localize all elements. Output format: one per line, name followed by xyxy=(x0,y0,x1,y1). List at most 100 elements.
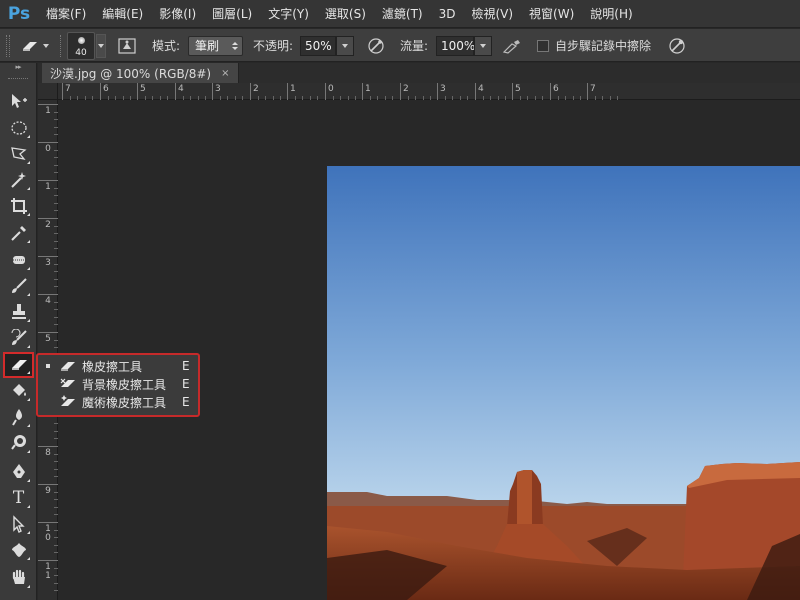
opacity-pressure-button[interactable] xyxy=(365,29,387,62)
tool-preset-picker[interactable] xyxy=(20,29,50,62)
collapse-panel-button[interactable]: ▸▸ xyxy=(0,63,36,71)
size-pressure-button[interactable] xyxy=(666,29,688,62)
ruler-tick xyxy=(100,83,101,100)
menu-image[interactable]: 影像(I) xyxy=(151,0,204,28)
erase-history-toggle[interactable]: 自步驟記錄中擦除 xyxy=(537,29,651,62)
eraser-icon xyxy=(23,41,37,51)
tool-clone-stamp[interactable] xyxy=(5,300,32,324)
ruler-tick xyxy=(362,83,363,100)
erase-history-checkbox[interactable] xyxy=(537,39,549,52)
pressure-size-icon xyxy=(669,37,685,54)
ruler-number: 5 xyxy=(140,84,146,94)
tool-crop[interactable] xyxy=(5,194,32,218)
ruler-tick xyxy=(512,83,513,100)
type-icon: T xyxy=(12,488,25,508)
menu-type[interactable]: 文字(Y) xyxy=(260,0,317,28)
menu-view[interactable]: 檢視(V) xyxy=(463,0,521,28)
ruler-number: 1 xyxy=(365,84,371,94)
ruler-number: 11 xyxy=(45,562,51,581)
tool-lasso[interactable] xyxy=(5,142,32,166)
ruler-tick xyxy=(437,83,438,100)
ruler-number: 7 xyxy=(590,84,596,94)
brush-dropdown-button[interactable] xyxy=(96,33,106,58)
tool-paint-bucket[interactable] xyxy=(5,379,32,403)
menu-file[interactable]: 檔案(F) xyxy=(38,0,94,28)
canvas-area[interactable] xyxy=(58,100,800,600)
mode-label: 模式: xyxy=(152,39,181,53)
ruler-number: 9 xyxy=(45,486,51,496)
flyout-item-magic-eraser[interactable]: 魔術橡皮擦工具 E xyxy=(38,393,198,411)
tool-custom-shape[interactable] xyxy=(5,538,32,562)
airbrush-button[interactable] xyxy=(501,29,523,62)
flyout-item-eraser[interactable]: 橡皮擦工具 E xyxy=(38,357,198,375)
vertical-ruler[interactable]: 101234567891011 xyxy=(38,100,58,600)
document-tab[interactable]: 沙漠.jpg @ 100% (RGB/8#) × xyxy=(42,63,239,83)
spot-healing-icon xyxy=(10,256,27,264)
ruler-tick xyxy=(38,484,58,485)
flyout-item-label: 背景橡皮擦工具 xyxy=(82,377,167,392)
menu-filter[interactable]: 濾鏡(T) xyxy=(374,0,431,28)
ruler-tick xyxy=(38,104,58,105)
ruler-number: 0 xyxy=(45,144,51,154)
tool-spot-healing[interactable] xyxy=(5,248,32,272)
tool-eraser[interactable] xyxy=(3,352,34,378)
pen-icon xyxy=(12,464,25,478)
tool-type[interactable]: T xyxy=(5,486,32,510)
background-eraser-icon xyxy=(58,376,78,392)
brush-size: 40 xyxy=(75,47,87,58)
desert-photo xyxy=(327,166,800,600)
brush-panel-toggle[interactable] xyxy=(116,29,138,62)
menu-layer[interactable]: 圖層(L) xyxy=(204,0,260,28)
tool-eyedropper[interactable] xyxy=(5,221,32,245)
document-tab-bar: 沙漠.jpg @ 100% (RGB/8#) × xyxy=(38,63,800,83)
menu-window[interactable]: 視窗(W) xyxy=(521,0,582,28)
tool-pen[interactable] xyxy=(5,460,32,484)
options-grip[interactable] xyxy=(6,29,10,62)
tool-magic-wand[interactable] xyxy=(5,168,32,192)
photoshop-logo: Ps xyxy=(7,3,31,24)
tool-path-selection[interactable] xyxy=(5,512,32,536)
opacity-dropdown-button[interactable] xyxy=(336,35,354,56)
tool-hand[interactable] xyxy=(5,566,32,590)
ruler-number: 8 xyxy=(45,448,51,458)
ruler-number: 10 xyxy=(45,524,51,543)
ruler-tick xyxy=(212,83,213,100)
magic-eraser-icon xyxy=(58,394,78,410)
flow-field[interactable]: 100% xyxy=(436,35,476,56)
pressure-opacity-icon xyxy=(368,37,384,54)
ruler-tick xyxy=(38,332,58,333)
horizontal-ruler[interactable]: 7 6 5 4 3 2 1 0 1 2 3 4 5 6 7 xyxy=(58,83,800,100)
ruler-number: 3 xyxy=(215,84,221,94)
opacity-field[interactable]: 50% xyxy=(300,35,336,56)
menu-help[interactable]: 說明(H) xyxy=(582,0,640,28)
brush-icon xyxy=(11,278,27,293)
ruler-number: 5 xyxy=(45,334,51,344)
tool-blur[interactable] xyxy=(5,405,32,429)
ruler-origin[interactable] xyxy=(38,83,58,100)
tool-history-brush[interactable] xyxy=(5,326,32,350)
flow-value: 100% xyxy=(441,38,476,53)
clone-stamp-icon xyxy=(11,304,26,319)
ruler-number: 5 xyxy=(515,84,521,94)
selected-bullet-icon xyxy=(46,364,50,368)
flow-dropdown-button[interactable] xyxy=(474,35,492,56)
tool-dodge[interactable] xyxy=(5,431,32,455)
tool-move[interactable] xyxy=(5,89,32,113)
document-image[interactable] xyxy=(327,166,800,600)
close-icon[interactable]: × xyxy=(221,68,229,79)
menu-select[interactable]: 選取(S) xyxy=(317,0,374,28)
brush-preset-picker[interactable]: 40 xyxy=(67,29,106,62)
menu-edit[interactable]: 編輯(E) xyxy=(94,0,151,28)
tool-elliptical-marquee[interactable] xyxy=(5,116,32,140)
document-tab-title: 沙漠.jpg @ 100% (RGB/8#) xyxy=(50,66,212,81)
flyout-item-label: 橡皮擦工具 xyxy=(82,359,143,374)
menu-3d[interactable]: 3D xyxy=(431,0,464,28)
ruler-number: 2 xyxy=(403,84,409,94)
flow-label: 流量: xyxy=(400,39,429,53)
mode-select[interactable]: 筆刷 xyxy=(188,35,243,56)
tool-brush[interactable] xyxy=(5,274,32,298)
tools-panel-grip[interactable] xyxy=(8,71,28,79)
custom-shape-icon xyxy=(11,543,26,557)
flyout-item-background-eraser[interactable]: 背景橡皮擦工具 E xyxy=(38,375,198,393)
crop-icon xyxy=(10,198,27,214)
